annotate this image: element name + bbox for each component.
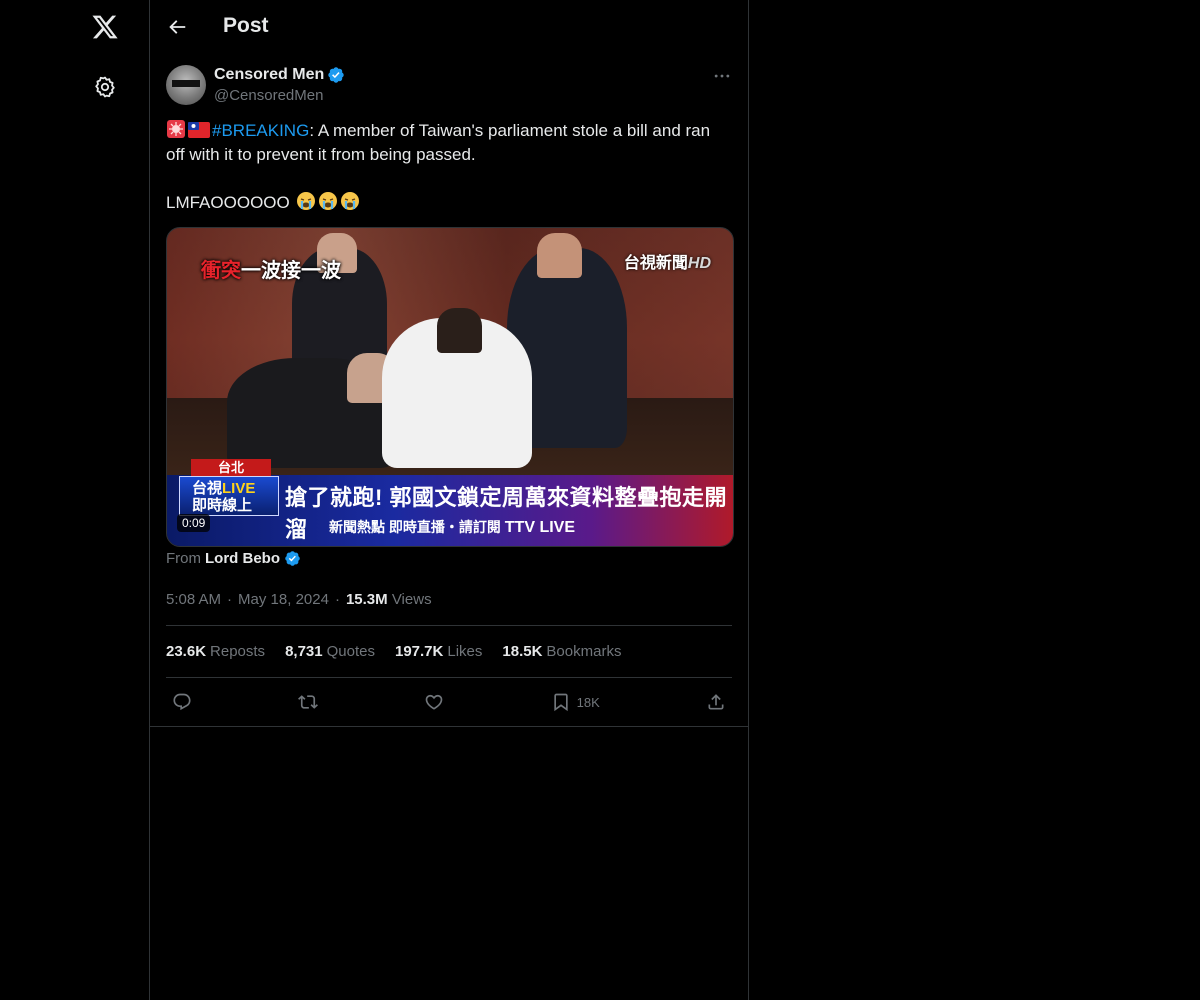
share-icon (708, 694, 724, 710)
source-account-link[interactable]: Lord Bebo (205, 550, 280, 567)
page: Post Censored Men @CensoredMen #BREAKING… (0, 0, 1200, 1000)
video-caption-top: 衝突一波接一波 (201, 260, 341, 282)
tweet: Censored Men @CensoredMen #BREAKING: A m… (150, 53, 748, 727)
gear-icon[interactable] (93, 75, 117, 99)
reply-icon (173, 693, 191, 711)
crying-emoji-icon (319, 192, 338, 210)
engagement-stats: 23.6K Reposts 8,731 Quotes 197.7K Likes 18.… (166, 625, 732, 678)
siren-emoji-icon (167, 120, 185, 138)
author-display-name[interactable]: Censored Men (214, 66, 324, 84)
repost-icon (298, 695, 319, 709)
more-dots-icon (714, 74, 730, 78)
hashtag-link[interactable]: #BREAKING (212, 121, 309, 140)
video-live-box: 台視LIVE 即時線上 (179, 476, 279, 516)
x-logo-icon[interactable] (91, 13, 119, 41)
tweet-text: #BREAKING: A member of Taiwan's parliame… (166, 119, 732, 215)
main-column: Post Censored Men @CensoredMen #BREAKING… (149, 0, 749, 1000)
from-label: From (166, 550, 201, 567)
action-bar: 18K (166, 678, 732, 726)
more-button[interactable] (712, 66, 732, 86)
tweet-time[interactable]: 5:08 AM (166, 591, 221, 608)
views-count: 15.3M (345, 591, 388, 608)
views-label: Views (391, 591, 432, 608)
share-button[interactable] (706, 692, 726, 712)
top-bar: Post (150, 0, 748, 53)
crying-emoji-icon (297, 192, 316, 210)
tweet-meta: 5:08 AM · May 18, 2024 · 15.3M Views (166, 591, 432, 608)
verified-badge-icon (285, 551, 300, 566)
tweet-date[interactable]: May 18, 2024 (238, 591, 329, 608)
tweet-text-laugh: LMFAOOOOOO (166, 193, 290, 212)
quotes-stat[interactable]: 8,731 Quotes (285, 643, 375, 660)
bookmark-icon (553, 693, 568, 712)
crying-emoji-icon (341, 192, 360, 210)
bookmark-button[interactable]: 18K (551, 692, 600, 712)
video-ticker: 新聞熱點 即時直播・請訂閱 TTV LIVE (329, 519, 576, 536)
heart-icon (426, 694, 443, 710)
bookmarks-stat[interactable]: 18.5K Bookmarks (502, 643, 621, 660)
like-button[interactable] (424, 692, 444, 712)
video-player[interactable]: 衝突一波接一波 台視新聞HD 台北 台視LIVE 即時線上 搶了就跑! 郭國文鎖定… (166, 227, 734, 547)
likes-stat[interactable]: 197.7K Likes (395, 643, 482, 660)
video-duration: 0:09 (177, 514, 211, 532)
verified-badge-icon (328, 67, 344, 83)
tweet-text-line-1: #BREAKING: A member of Taiwan's parliame… (166, 119, 732, 167)
tweet-text-line-2: LMFAOOOOOO (166, 191, 732, 215)
author-handle[interactable]: @CensoredMen (214, 87, 323, 104)
avatar[interactable] (166, 65, 206, 105)
video-channel-logo: 台視新聞HD (623, 255, 711, 272)
back-button[interactable] (166, 16, 188, 38)
sidebar (0, 0, 149, 1000)
author-name-row: Censored Men (214, 66, 345, 84)
taiwan-flag-icon (188, 122, 210, 138)
reply-button[interactable] (172, 692, 192, 712)
reposts-stat[interactable]: 23.6K Reposts (166, 643, 265, 660)
page-title: Post (223, 14, 269, 37)
arrow-left-icon (169, 20, 186, 34)
video-location-tag: 台北 (191, 459, 271, 476)
video-source: From Lord Bebo (166, 550, 301, 567)
repost-button[interactable] (298, 692, 319, 712)
bookmark-count: 18K (576, 694, 600, 710)
